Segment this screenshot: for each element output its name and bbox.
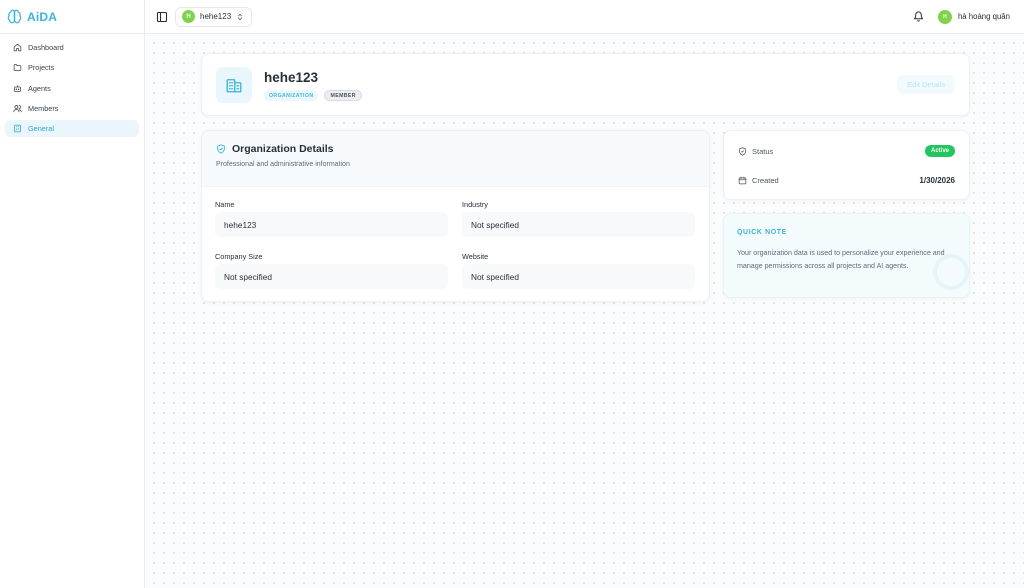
- sidebar-item-general[interactable]: General: [5, 120, 139, 138]
- role-badges: ORGANIZATION MEMBER: [264, 90, 362, 101]
- member-badge: MEMBER: [324, 90, 362, 101]
- sidebar: AiDA Dashboard Projects Agents Members G…: [0, 0, 145, 588]
- company-size-label: Company Size: [215, 252, 263, 261]
- bot-icon: [14, 84, 21, 92]
- bell-icon: [913, 11, 924, 22]
- sidebar-panel-icon: [156, 11, 168, 22]
- org-switcher-label: hehe123: [200, 12, 232, 21]
- status-label: Status: [752, 146, 774, 156]
- details-subtitle: Professional and administrative informat…: [216, 161, 350, 168]
- sidebar-item-label: Members: [28, 103, 59, 113]
- page-title: hehe123: [264, 70, 319, 85]
- status-label-group: Status: [738, 147, 773, 156]
- organization-badge: ORGANIZATION: [264, 90, 319, 101]
- quick-note-title: QUICK NOTE: [737, 229, 787, 236]
- notifications-button[interactable]: [913, 11, 924, 22]
- topbar-right: H hà hoàng quân: [913, 9, 1010, 24]
- industry-value: Not specified: [462, 212, 695, 237]
- user-avatar: H: [937, 9, 952, 24]
- user-name: hà hoàng quân: [957, 12, 1010, 21]
- created-label-group: Created: [738, 176, 779, 185]
- details-title: Organization Details: [232, 143, 334, 155]
- app-logo[interactable]: AiDA: [0, 0, 144, 34]
- shield-check-icon: [217, 144, 225, 154]
- sidebar-item-label: Dashboard: [28, 43, 64, 52]
- folder-icon: [13, 64, 22, 72]
- app-name: AiDA: [27, 9, 58, 24]
- status-badge: Active: [924, 145, 955, 157]
- edit-details-button[interactable]: Edit Details: [897, 75, 955, 94]
- users-icon: [13, 105, 22, 113]
- sidebar-item-label: General: [28, 124, 54, 134]
- user-menu[interactable]: H hà hoàng quân: [937, 9, 1010, 24]
- name-value: hehe123: [215, 212, 448, 237]
- status-row: Status Active: [738, 145, 955, 157]
- decorative-ring: [933, 254, 969, 290]
- org-avatar: H: [182, 10, 195, 23]
- quick-note-body: Your organization data is used to person…: [737, 249, 945, 270]
- sidebar-item-agents[interactable]: Agents: [5, 80, 139, 97]
- company-size-value: Not specified: [215, 264, 448, 289]
- website-label: Website: [462, 252, 489, 261]
- main-content: hehe123 ORGANIZATION MEMBER Edit Details…: [146, 35, 1024, 588]
- created-row: Created 1/30/2026: [738, 176, 955, 185]
- quick-note-card: QUICK NOTE Your organization data is use…: [723, 213, 970, 298]
- name-label: Name: [215, 200, 235, 209]
- sidebar-item-label: Projects: [28, 63, 55, 73]
- home-icon: [13, 43, 22, 52]
- created-date: 1/30/2026: [919, 176, 955, 185]
- building-icon: [14, 124, 21, 133]
- details-header: Organization Details Professional and ad…: [202, 131, 709, 187]
- org-switcher[interactable]: H hehe123: [175, 6, 253, 27]
- building-icon: [226, 79, 242, 93]
- sidebar-item-projects[interactable]: Projects: [5, 59, 139, 76]
- details-title-row: Organization Details: [216, 143, 695, 155]
- org-header-card: hehe123 ORGANIZATION MEMBER Edit Details: [201, 53, 970, 116]
- sidebar-item-label: Agents: [28, 83, 51, 93]
- status-card: Status Active Created 1/30/2026: [723, 130, 970, 200]
- industry-label: Industry: [462, 200, 488, 209]
- sidebar-item-members[interactable]: Members: [5, 100, 139, 117]
- sidebar-toggle-button[interactable]: [155, 10, 169, 24]
- brain-logo-icon: [7, 9, 22, 24]
- top-bar: H hehe123 H hà hoàng quân: [145, 0, 1024, 34]
- sidebar-nav: Dashboard Projects Agents Members Genera…: [0, 34, 144, 138]
- org-icon-tile: [216, 67, 252, 103]
- calendar-icon: [738, 176, 747, 185]
- chevrons-up-down-icon: [238, 13, 243, 20]
- website-value: Not specified: [462, 264, 695, 289]
- created-label: Created: [752, 176, 779, 185]
- org-details-card: Organization Details Professional and ad…: [201, 130, 710, 302]
- shield-icon: [739, 146, 746, 156]
- sidebar-item-dashboard[interactable]: Dashboard: [5, 39, 139, 56]
